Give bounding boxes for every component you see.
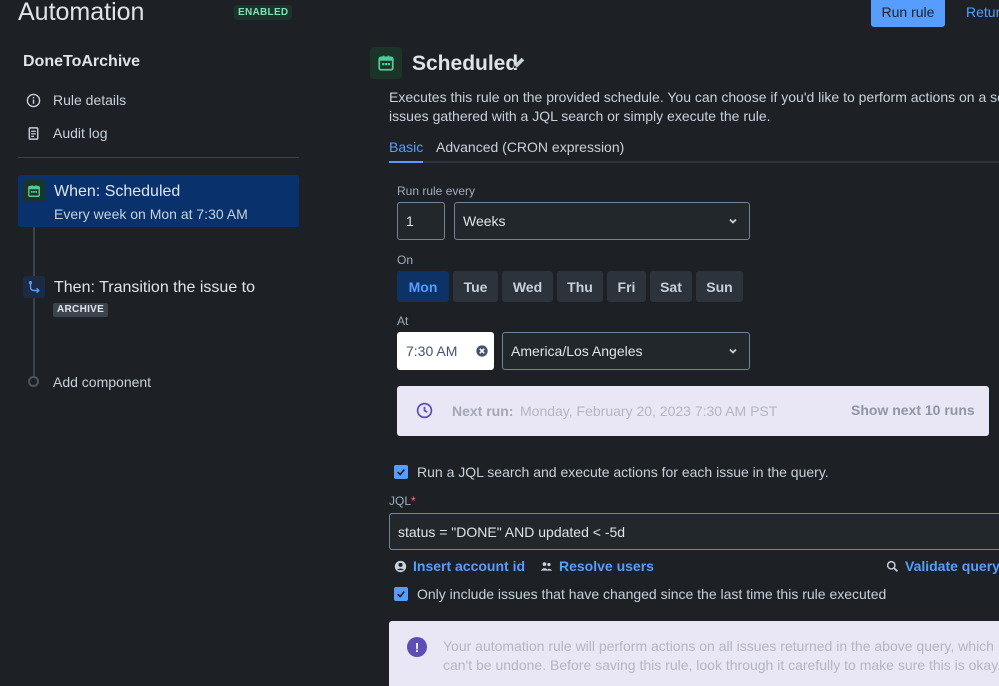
- jql-search-checkbox[interactable]: [394, 465, 408, 479]
- step-subtitle: Every week on Mon at 7:30 AM: [54, 206, 248, 222]
- step-when-scheduled[interactable]: When: Scheduled Every week on Mon at 7:3…: [18, 175, 299, 227]
- changed-issues-checkbox[interactable]: [394, 587, 408, 601]
- day-sun-button[interactable]: Sun: [696, 271, 743, 302]
- jql-input[interactable]: status = "DONE" AND updated < -5d: [389, 513, 999, 550]
- schedule-tabs: Basic Advanced (CRON expression): [389, 139, 999, 163]
- sidebar-item-label: Rule details: [53, 92, 127, 108]
- resolve-users-link[interactable]: Resolve users: [540, 558, 654, 574]
- clock-icon: [416, 402, 433, 419]
- calendar-icon: [23, 180, 45, 202]
- validate-query-link[interactable]: Validate query: [886, 558, 999, 574]
- day-mon-button[interactable]: Mon: [397, 271, 449, 302]
- check-icon: [397, 468, 405, 476]
- trigger-title: Scheduled: [412, 52, 519, 75]
- step-then-transition[interactable]: Then: Transition the issue to: [18, 276, 299, 326]
- day-wed-button[interactable]: Wed: [502, 271, 553, 302]
- run-every-label: Run rule every: [397, 184, 476, 198]
- tab-basic[interactable]: Basic: [389, 139, 424, 163]
- next-run-value: Monday, February 20, 2023 7:30 AM PST: [520, 403, 778, 419]
- calendar-icon: [370, 47, 402, 79]
- interval-unit-select[interactable]: Weeks: [454, 202, 750, 240]
- sidebar-item-label: Audit log: [53, 125, 108, 141]
- check-icon: [397, 590, 405, 598]
- sidebar-divider: [18, 157, 299, 158]
- warning-text: Your automation rule will perform action…: [443, 638, 999, 673]
- sidebar-item-rule-details[interactable]: Rule details: [26, 90, 126, 110]
- rule-name: DoneToArchive: [23, 53, 141, 70]
- info-icon: [26, 93, 41, 107]
- search-icon: [886, 560, 898, 572]
- flow-connector: [33, 298, 35, 376]
- add-component-button[interactable]: Add component: [53, 374, 151, 390]
- jql-search-option[interactable]: Run a JQL search and execute actions for…: [394, 464, 829, 480]
- sidebar-item-audit-log[interactable]: Audit log: [26, 123, 107, 143]
- page-title: Automation: [18, 0, 145, 26]
- chevron-down-icon: [729, 348, 737, 354]
- interval-input[interactable]: 1: [397, 202, 445, 240]
- status-tag: ARCHIVE: [53, 303, 109, 317]
- pencil-icon[interactable]: [512, 56, 526, 70]
- clear-icon[interactable]: [475, 344, 489, 358]
- show-next-runs-button[interactable]: Show next 10 runs: [851, 402, 975, 418]
- step-title: When: Scheduled: [54, 183, 181, 200]
- status-badge: ENABLED: [234, 5, 293, 20]
- run-rule-button[interactable]: Run rule: [871, 0, 945, 27]
- time-input[interactable]: 7:30 AM: [397, 332, 494, 370]
- next-run-panel: Next run: Monday, February 20, 2023 7:30…: [397, 386, 989, 436]
- clipboard-icon: [28, 126, 39, 140]
- step-title: Then: Transition the issue to: [54, 279, 255, 296]
- on-label: On: [397, 253, 414, 267]
- tab-advanced-cron[interactable]: Advanced (CRON expression): [436, 139, 624, 163]
- day-fri-button[interactable]: Fri: [607, 271, 646, 302]
- day-tue-button[interactable]: Tue: [453, 271, 498, 302]
- warning-panel: ! Your automation rule will perform acti…: [389, 621, 999, 686]
- return-button[interactable]: Return: [966, 4, 999, 20]
- insert-account-id-link[interactable]: Insert account id: [394, 558, 525, 574]
- day-thu-button[interactable]: Thu: [557, 271, 603, 302]
- changed-issues-label: Only include issues that have changed si…: [417, 586, 887, 602]
- chevron-down-icon: [729, 218, 737, 224]
- transition-icon: [23, 276, 45, 298]
- users-icon: [540, 561, 553, 571]
- next-run-label: Next run:: [452, 403, 514, 419]
- timezone-select[interactable]: America/Los Angeles: [502, 332, 750, 370]
- add-component-dot: [28, 376, 39, 387]
- at-label: At: [397, 314, 409, 328]
- trigger-description: Executes this rule on the provided sched…: [389, 89, 999, 124]
- exclamation-icon: !: [407, 637, 427, 657]
- jql-field-label: JQL*: [389, 494, 416, 508]
- jql-search-label: Run a JQL search and execute actions for…: [417, 464, 829, 480]
- changed-issues-option[interactable]: Only include issues that have changed si…: [394, 586, 886, 602]
- flow-connector: [33, 227, 35, 277]
- user-icon: [394, 560, 407, 572]
- day-sat-button[interactable]: Sat: [650, 271, 692, 302]
